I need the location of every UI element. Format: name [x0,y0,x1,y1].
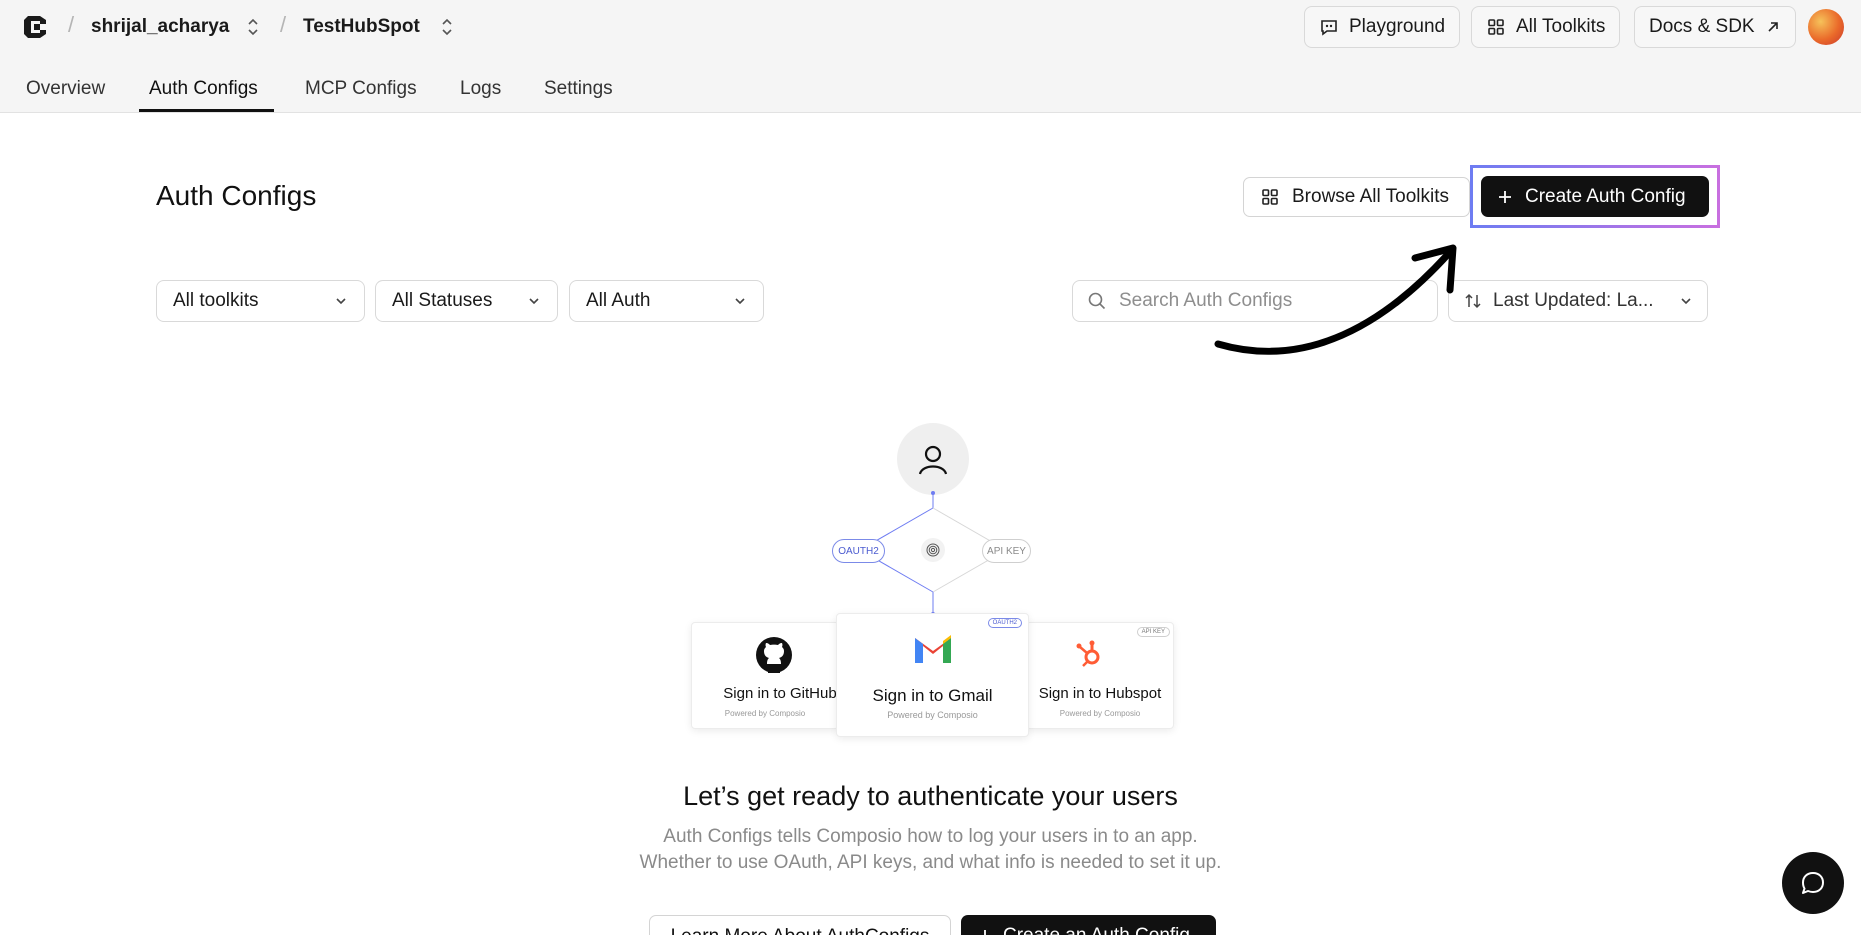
github-icon [756,637,792,673]
active-tab-indicator [139,109,274,112]
chevron-down-icon [1681,298,1691,305]
api-key-tag: API KEY [1136,627,1170,637]
playground-button[interactable]: Playground [1304,6,1461,48]
hubspot-signin-card: API KEY Sign in to Hubspot Powered by Co… [1026,622,1174,729]
api-key-pill: API KEY [982,539,1031,563]
github-signin-card: Sign in to GitHub Powered by Composio [691,622,839,729]
gmail-icon [915,635,951,663]
breadcrumb-project[interactable]: TestHubSpot [303,16,420,38]
gmail-card-label: Sign in to Gmail [872,686,993,705]
create-auth-config-button[interactable]: Create Auth Config [1481,176,1709,217]
hubspot-card-label: Sign in to Hubspot [1038,685,1162,702]
external-link-icon [1768,22,1778,32]
avatar[interactable] [1808,9,1844,45]
breadcrumb-org[interactable]: shrijal_acharya [91,16,229,38]
learn-more-label: Learn More About AuthConfigs [671,926,930,935]
empty-state-line-1: Auth Configs tells Composio how to log y… [663,826,1198,847]
all-toolkits-button[interactable]: All Toolkits [1471,6,1621,48]
docs-sdk-label: Docs & SDK [1649,16,1755,37]
hubspot-icon [1076,640,1100,667]
annotation-arrow-icon [1214,244,1457,355]
search-icon [1088,292,1106,310]
breadcrumb-separator: / [280,12,287,37]
user-avatar-illustration [897,423,969,495]
tab-logs[interactable]: Logs [460,78,501,114]
github-card-powered: Powered by Composio [724,709,806,718]
chevron-down-icon [735,298,745,305]
chevron-up-down-icon[interactable] [246,16,260,38]
chevron-down-icon [529,298,539,305]
all-toolkits-label: All Toolkits [1516,16,1606,37]
gmail-signin-card: OAUTH2 Sign in to Gmail Powered by Compo… [836,613,1029,737]
page-title: Auth Configs [156,180,317,211]
learn-more-button[interactable]: Learn More About AuthConfigs [649,915,951,935]
statuses-filter-value: All Statuses [392,290,493,311]
chevron-down-icon [336,298,346,305]
statuses-filter-select[interactable]: All Statuses [375,280,558,322]
plus-icon [1499,190,1511,203]
chat-bubble-icon [1802,872,1824,894]
tab-settings[interactable]: Settings [544,78,613,114]
browse-all-toolkits-label: Browse All Toolkits [1292,186,1449,207]
tab-overview[interactable]: Overview [26,78,105,114]
create-an-auth-config-button[interactable]: Create an Auth Config [961,915,1216,935]
oauth2-tag: OAUTH2 [987,618,1022,628]
hubspot-card-powered: Powered by Composio [1059,709,1141,718]
fingerprint-icon [921,538,945,562]
user-icon [918,445,948,475]
empty-state-title: Let’s get ready to authenticate your use… [683,781,1178,811]
docs-sdk-button[interactable]: Docs & SDK [1634,6,1796,48]
top-bar: / shrijal_acharya / TestHubSpot Playgrou… [0,0,1861,113]
chat-support-button[interactable] [1782,852,1844,914]
composio-logo-icon[interactable] [22,12,52,42]
plus-icon [984,930,986,935]
sort-select[interactable]: Last Updated: La... [1448,280,1708,322]
chat-bot-icon [1321,20,1337,36]
grid-icon [1262,189,1278,205]
tab-mcp-configs[interactable]: MCP Configs [305,78,417,114]
empty-state-line-2: Whether to use OAuth, API keys, and what… [639,852,1222,873]
chevron-up-down-icon[interactable] [440,16,454,38]
playground-label: Playground [1349,16,1446,37]
gmail-card-powered: Powered by Composio [887,710,978,720]
oauth2-pill: OAUTH2 [832,539,885,563]
toolkits-filter-value: All toolkits [173,290,259,311]
breadcrumb-separator: / [68,12,75,37]
toolkits-filter-select[interactable]: All toolkits [156,280,365,322]
sort-value: Last Updated: La... [1493,290,1654,311]
create-an-auth-config-label: Create an Auth Config [1003,925,1190,935]
github-card-label: Sign in to GitHub [723,685,837,702]
grid-icon [1488,19,1504,35]
create-auth-config-label: Create Auth Config [1525,185,1686,207]
auth-filter-select[interactable]: All Auth [569,280,764,322]
auth-filter-value: All Auth [586,290,651,311]
empty-state-description: Auth Configs tells Composio how to log y… [0,824,1861,876]
browse-all-toolkits-button[interactable]: Browse All Toolkits [1243,177,1470,217]
